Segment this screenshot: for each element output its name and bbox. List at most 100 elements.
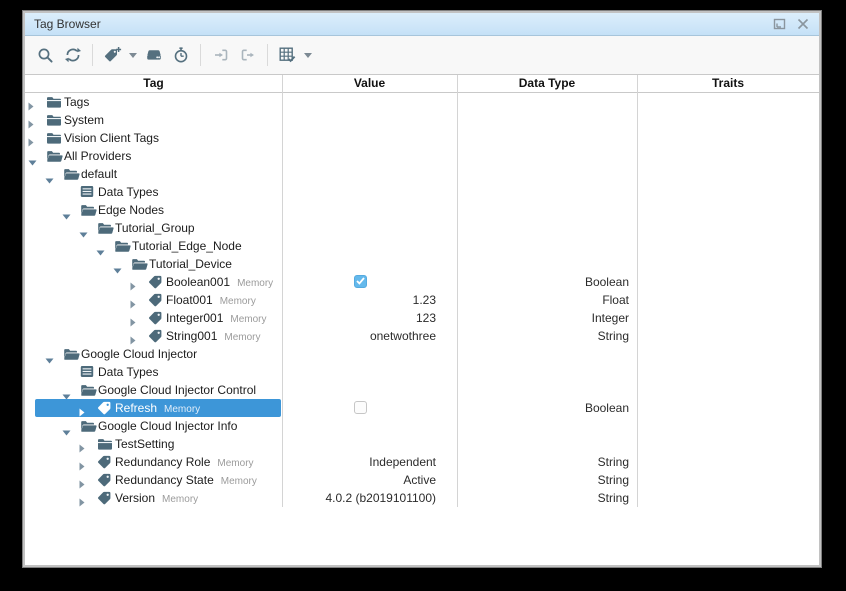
tree-row[interactable]: All Providers bbox=[25, 147, 819, 165]
data-type-cell bbox=[457, 255, 637, 273]
data-type-cell bbox=[457, 201, 637, 219]
export-icon[interactable] bbox=[234, 43, 261, 68]
tree-row[interactable]: RefreshMemory Boolean bbox=[25, 399, 819, 417]
value-cell bbox=[282, 417, 457, 435]
tree-row[interactable]: Data Types bbox=[25, 183, 819, 201]
memory-badge: Memory bbox=[224, 332, 260, 343]
tree-row[interactable]: String001MemoryonetwothreeString bbox=[25, 327, 819, 345]
tag-cell: Tutorial_Edge_Node bbox=[25, 237, 282, 255]
tree-row[interactable]: Google Cloud Injector Control bbox=[25, 381, 819, 399]
tag-label: Vision Client Tags bbox=[64, 129, 159, 147]
data-type-cell: Boolean bbox=[457, 273, 637, 291]
add-tag-icon[interactable] bbox=[99, 43, 126, 68]
data-type-cell: String bbox=[457, 471, 637, 489]
column-header-tag[interactable]: Tag bbox=[25, 75, 282, 92]
tag-cell: Google Cloud Injector Info bbox=[25, 417, 282, 435]
import-icon[interactable] bbox=[207, 43, 234, 68]
tree-row[interactable]: VersionMemory4.0.2 (b2019101100)String bbox=[25, 489, 819, 507]
tag-cell: Data Types bbox=[25, 183, 282, 201]
tag-cell: Redundancy RoleMemory bbox=[25, 453, 282, 471]
tree-row[interactable]: Redundancy RoleMemoryIndependentString bbox=[25, 453, 819, 471]
tag-cell: Google Cloud Injector bbox=[25, 345, 282, 363]
tree-row[interactable]: Float001Memory1.23Float bbox=[25, 291, 819, 309]
value-cell: Independent bbox=[282, 453, 457, 471]
data-type-cell bbox=[457, 219, 637, 237]
memory-badge: Memory bbox=[221, 476, 257, 487]
tag-label: TestSetting bbox=[115, 435, 174, 453]
data-type-cell: Boolean bbox=[457, 399, 637, 417]
tree-row[interactable]: Edge Nodes bbox=[25, 201, 819, 219]
value-cell: 4.0.2 (b2019101100) bbox=[282, 489, 457, 507]
tree-row[interactable]: TestSetting bbox=[25, 435, 819, 453]
float-window-icon[interactable] bbox=[772, 17, 786, 31]
toolbar-separator bbox=[92, 44, 93, 66]
memory-badge: Memory bbox=[237, 278, 273, 289]
tag-label: Integer001Memory bbox=[166, 309, 267, 329]
tag-label: VersionMemory bbox=[115, 489, 198, 509]
tag-label: Tutorial_Device bbox=[149, 255, 232, 273]
data-type-cell bbox=[457, 237, 637, 255]
tree-row[interactable]: Integer001Memory123Integer bbox=[25, 309, 819, 327]
tree-row[interactable]: System bbox=[25, 111, 819, 129]
column-header-value[interactable]: Value bbox=[282, 75, 457, 92]
value-cell bbox=[282, 237, 457, 255]
tag-label: Data Types bbox=[98, 363, 158, 381]
tree-row[interactable]: Tutorial_Edge_Node bbox=[25, 237, 819, 255]
value-cell bbox=[282, 129, 457, 147]
tag-icon bbox=[97, 491, 112, 511]
tree-row[interactable]: Tags bbox=[25, 93, 819, 111]
tag-label: RefreshMemory bbox=[115, 399, 200, 419]
search-icon[interactable] bbox=[32, 43, 59, 68]
memory-badge: Memory bbox=[162, 494, 198, 505]
tag-cell: VersionMemory bbox=[25, 489, 282, 507]
tag-label: Tutorial_Group bbox=[115, 219, 195, 237]
tree-row[interactable]: Boolean001Memory Boolean bbox=[25, 273, 819, 291]
column-header-data-type[interactable]: Data Type bbox=[457, 75, 637, 92]
tag-cell: RefreshMemory bbox=[25, 399, 282, 417]
refresh-icon[interactable] bbox=[59, 43, 86, 68]
tag-cell: Edge Nodes bbox=[25, 201, 282, 219]
tree-row[interactable]: Tutorial_Device bbox=[25, 255, 819, 273]
column-header-traits[interactable]: Traits bbox=[637, 75, 819, 92]
memory-badge: Memory bbox=[217, 458, 253, 469]
timer-icon[interactable] bbox=[167, 43, 194, 68]
tag-cell: Tags bbox=[25, 93, 282, 111]
value-cell: Active bbox=[282, 471, 457, 489]
value-cell: 123 bbox=[282, 309, 457, 327]
tag-label: default bbox=[81, 165, 117, 183]
checkbox-checked[interactable] bbox=[354, 275, 367, 288]
value-cell bbox=[282, 183, 457, 201]
tag-label: Redundancy RoleMemory bbox=[115, 453, 254, 473]
grid-options-icon[interactable] bbox=[274, 43, 301, 68]
toolbar-separator bbox=[200, 44, 201, 66]
tree-row[interactable]: Vision Client Tags bbox=[25, 129, 819, 147]
memory-badge: Memory bbox=[220, 296, 256, 307]
chevron-down-icon[interactable] bbox=[126, 43, 140, 68]
data-type-cell bbox=[457, 435, 637, 453]
tree-row[interactable]: default bbox=[25, 165, 819, 183]
tree-row[interactable]: Data Types bbox=[25, 363, 819, 381]
tag-label: Boolean001Memory bbox=[166, 273, 273, 293]
memory-badge: Memory bbox=[230, 314, 266, 325]
chevron-down-icon[interactable] bbox=[301, 43, 315, 68]
expand-arrow-icon[interactable] bbox=[79, 494, 85, 512]
value-cell bbox=[282, 273, 457, 291]
add-udt-icon[interactable] bbox=[140, 43, 167, 68]
tag-cell: Tutorial_Device bbox=[25, 255, 282, 273]
value-cell bbox=[282, 345, 457, 363]
data-type-cell bbox=[457, 183, 637, 201]
tree-row[interactable]: Tutorial_Group bbox=[25, 219, 819, 237]
tag-label: All Providers bbox=[64, 147, 131, 165]
value-cell bbox=[282, 255, 457, 273]
checkbox-unchecked[interactable] bbox=[354, 401, 367, 414]
titlebar[interactable]: Tag Browser bbox=[25, 13, 819, 36]
tag-cell: System bbox=[25, 111, 282, 129]
value-cell bbox=[282, 111, 457, 129]
tag-label: Tags bbox=[64, 93, 89, 111]
close-icon[interactable] bbox=[796, 17, 810, 31]
tag-browser-window: Tag Browser Tag Value Data Type Traits bbox=[23, 11, 821, 567]
window-title: Tag Browser bbox=[25, 17, 101, 31]
tree-row[interactable]: Google Cloud Injector Info bbox=[25, 417, 819, 435]
tree-row[interactable]: Google Cloud Injector bbox=[25, 345, 819, 363]
tree-row[interactable]: Redundancy StateMemoryActiveString bbox=[25, 471, 819, 489]
